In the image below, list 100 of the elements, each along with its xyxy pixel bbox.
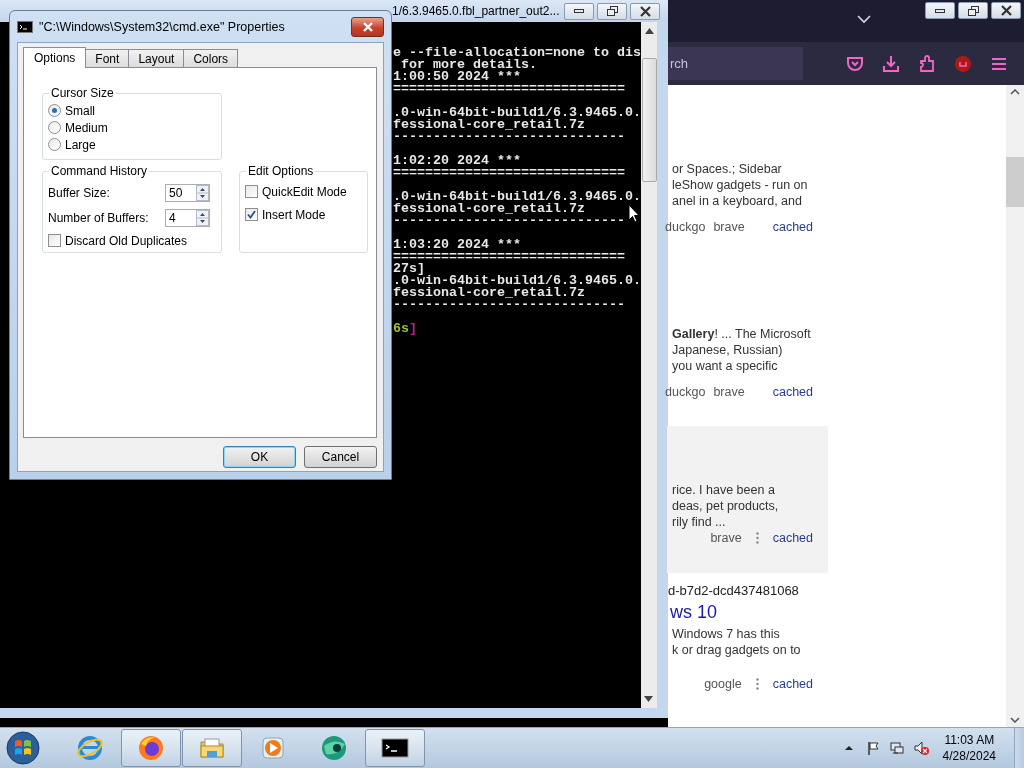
minimize-icon xyxy=(574,9,584,13)
snippet-line: Japanese, Russian) xyxy=(671,342,783,358)
restore-icon xyxy=(606,6,618,16)
restore-button[interactable] xyxy=(597,2,627,20)
radio-button[interactable] xyxy=(48,121,61,134)
close-button[interactable] xyxy=(630,2,660,20)
muted-speaker-icon[interactable] xyxy=(912,740,929,756)
cached-link[interactable]: cached xyxy=(772,385,813,399)
console-line: .0-win-64bit-build1/6.3.9465.0. xyxy=(393,275,641,287)
console-line: 27s] xyxy=(393,263,425,275)
snippet-line: Gallery! ... The Microsoft xyxy=(671,326,811,342)
console-line: fessional-core_retail.7z xyxy=(393,287,585,299)
checkbox[interactable] xyxy=(48,234,61,247)
globe-icon xyxy=(76,734,104,762)
fox-globe-icon xyxy=(137,734,165,762)
cached-link[interactable]: cached xyxy=(772,220,813,234)
scroll-thumb[interactable] xyxy=(642,58,657,182)
sphere-icon xyxy=(320,734,348,762)
close-icon xyxy=(639,5,651,17)
console-line: ----------------------------- xyxy=(393,299,625,311)
orb-icon xyxy=(6,731,40,765)
console-line: .0-win-64bit-build1/6.3.9465.0. xyxy=(393,107,641,119)
console-line: ============================= xyxy=(393,251,625,263)
snippet-line: rily find ... xyxy=(671,514,726,530)
tab[interactable]: Colors xyxy=(183,49,239,67)
console-line: fessional-core_retail.7z xyxy=(393,119,585,131)
source-label: duckgo xyxy=(665,220,706,234)
console-line: .0-win-64bit-build1/6.3.9465.0. xyxy=(393,191,641,203)
up-down-arrows-icon[interactable] xyxy=(196,209,209,226)
tab[interactable]: Options xyxy=(23,47,87,68)
console-line: for more details. xyxy=(401,59,537,71)
source-label: duckgo xyxy=(665,385,706,399)
radio-label: Medium xyxy=(65,120,108,135)
chevron-down-icon[interactable] xyxy=(857,15,871,24)
download-icon[interactable] xyxy=(881,53,901,74)
scroll-thumb[interactable] xyxy=(1006,157,1024,207)
checkbox[interactable] xyxy=(245,208,258,221)
radio-label: Large xyxy=(65,137,96,152)
source-label: brave xyxy=(710,531,742,545)
restore-icon xyxy=(967,5,979,16)
scroll-down-icon[interactable] xyxy=(644,696,653,702)
console-line: 1:02:20 2024 *** xyxy=(393,155,521,167)
spin-field[interactable]: 50 xyxy=(165,183,210,202)
console-line: ----------------------------- xyxy=(393,215,625,227)
search-field[interactable]: rch xyxy=(668,47,803,80)
checkbox-label: QuickEdit Mode xyxy=(262,184,347,199)
spin-field[interactable]: 4 xyxy=(165,208,210,227)
snippet-line: or Spaces.; Sidebar xyxy=(671,161,782,177)
taskbar-button[interactable] xyxy=(365,729,425,767)
checkbox[interactable] xyxy=(245,185,258,198)
kebab-menu-icon[interactable] xyxy=(755,678,759,690)
window-title: 1/6.3.9465.0.fbl_partner_out2... xyxy=(392,4,561,18)
snippet-line: anel in a keyboard, and xyxy=(671,193,802,209)
snippet-line: Windows 7 has this xyxy=(671,626,780,642)
puzzle-icon[interactable] xyxy=(917,53,937,74)
result-url: d-b7d2-dcd437481068 xyxy=(668,582,799,600)
console-line: ============================= xyxy=(393,167,625,179)
radio-button[interactable] xyxy=(48,104,61,117)
close-button[interactable] xyxy=(991,2,1021,19)
up-down-arrows-icon[interactable] xyxy=(196,184,209,201)
snippet-line: leShow gadgets - run on xyxy=(671,177,808,193)
source-label: brave xyxy=(713,385,745,399)
console-line: 6s] xyxy=(393,323,417,335)
console-line: e --file-allocation=none to dis xyxy=(393,47,641,59)
cached-link[interactable]: cached xyxy=(772,531,813,545)
minimize-button[interactable] xyxy=(564,2,594,20)
close-icon xyxy=(361,21,374,32)
snippet-line: deas, pet products, xyxy=(671,498,779,514)
close-button[interactable] xyxy=(351,16,384,37)
restore-button[interactable] xyxy=(958,2,988,19)
cancel-button[interactable]: Cancel xyxy=(304,446,377,468)
radio-button[interactable] xyxy=(48,138,61,151)
scroll-up-icon[interactable] xyxy=(1010,89,1020,95)
minimize-button[interactable] xyxy=(925,2,955,19)
terminal-icon xyxy=(17,20,33,33)
tab[interactable]: Font xyxy=(85,49,130,67)
dialog-title: "C:\Windows\System32\cmd.exe" Properties xyxy=(39,19,286,34)
cached-link[interactable]: cached xyxy=(772,677,813,691)
result-title-link[interactable]: ws 10 xyxy=(668,600,718,626)
snippet-line: rice. I have been a xyxy=(671,482,775,498)
console-line: ----------------------------- xyxy=(393,131,625,143)
tab[interactable]: Layout xyxy=(128,49,185,67)
snippet-line: k or drag gadgets on to xyxy=(671,642,801,658)
source-label: brave xyxy=(713,220,745,234)
clock[interactable]: 11:03 AM 4/28/2024 xyxy=(942,732,996,764)
play-icon xyxy=(259,734,287,762)
scroll-up-icon[interactable] xyxy=(644,28,654,34)
minimize-icon xyxy=(935,8,945,13)
network-icon[interactable] xyxy=(888,740,905,756)
scroll-down-icon[interactable] xyxy=(1010,717,1020,723)
checkbox-label: Insert Mode xyxy=(262,207,326,222)
field-label: Number of Buffers: xyxy=(48,210,150,225)
console-line: 1:03:20 2024 *** xyxy=(393,239,521,251)
ok-button[interactable]: OK xyxy=(223,446,296,468)
source-label: google xyxy=(704,677,742,691)
snippet-line: you want a specific xyxy=(671,358,778,374)
console-line: fessional-core_retail.7z xyxy=(393,203,585,215)
console-line: 1:00:50 2024 *** xyxy=(393,71,521,83)
kebab-menu-icon[interactable] xyxy=(755,532,759,544)
close-icon xyxy=(1000,5,1012,16)
